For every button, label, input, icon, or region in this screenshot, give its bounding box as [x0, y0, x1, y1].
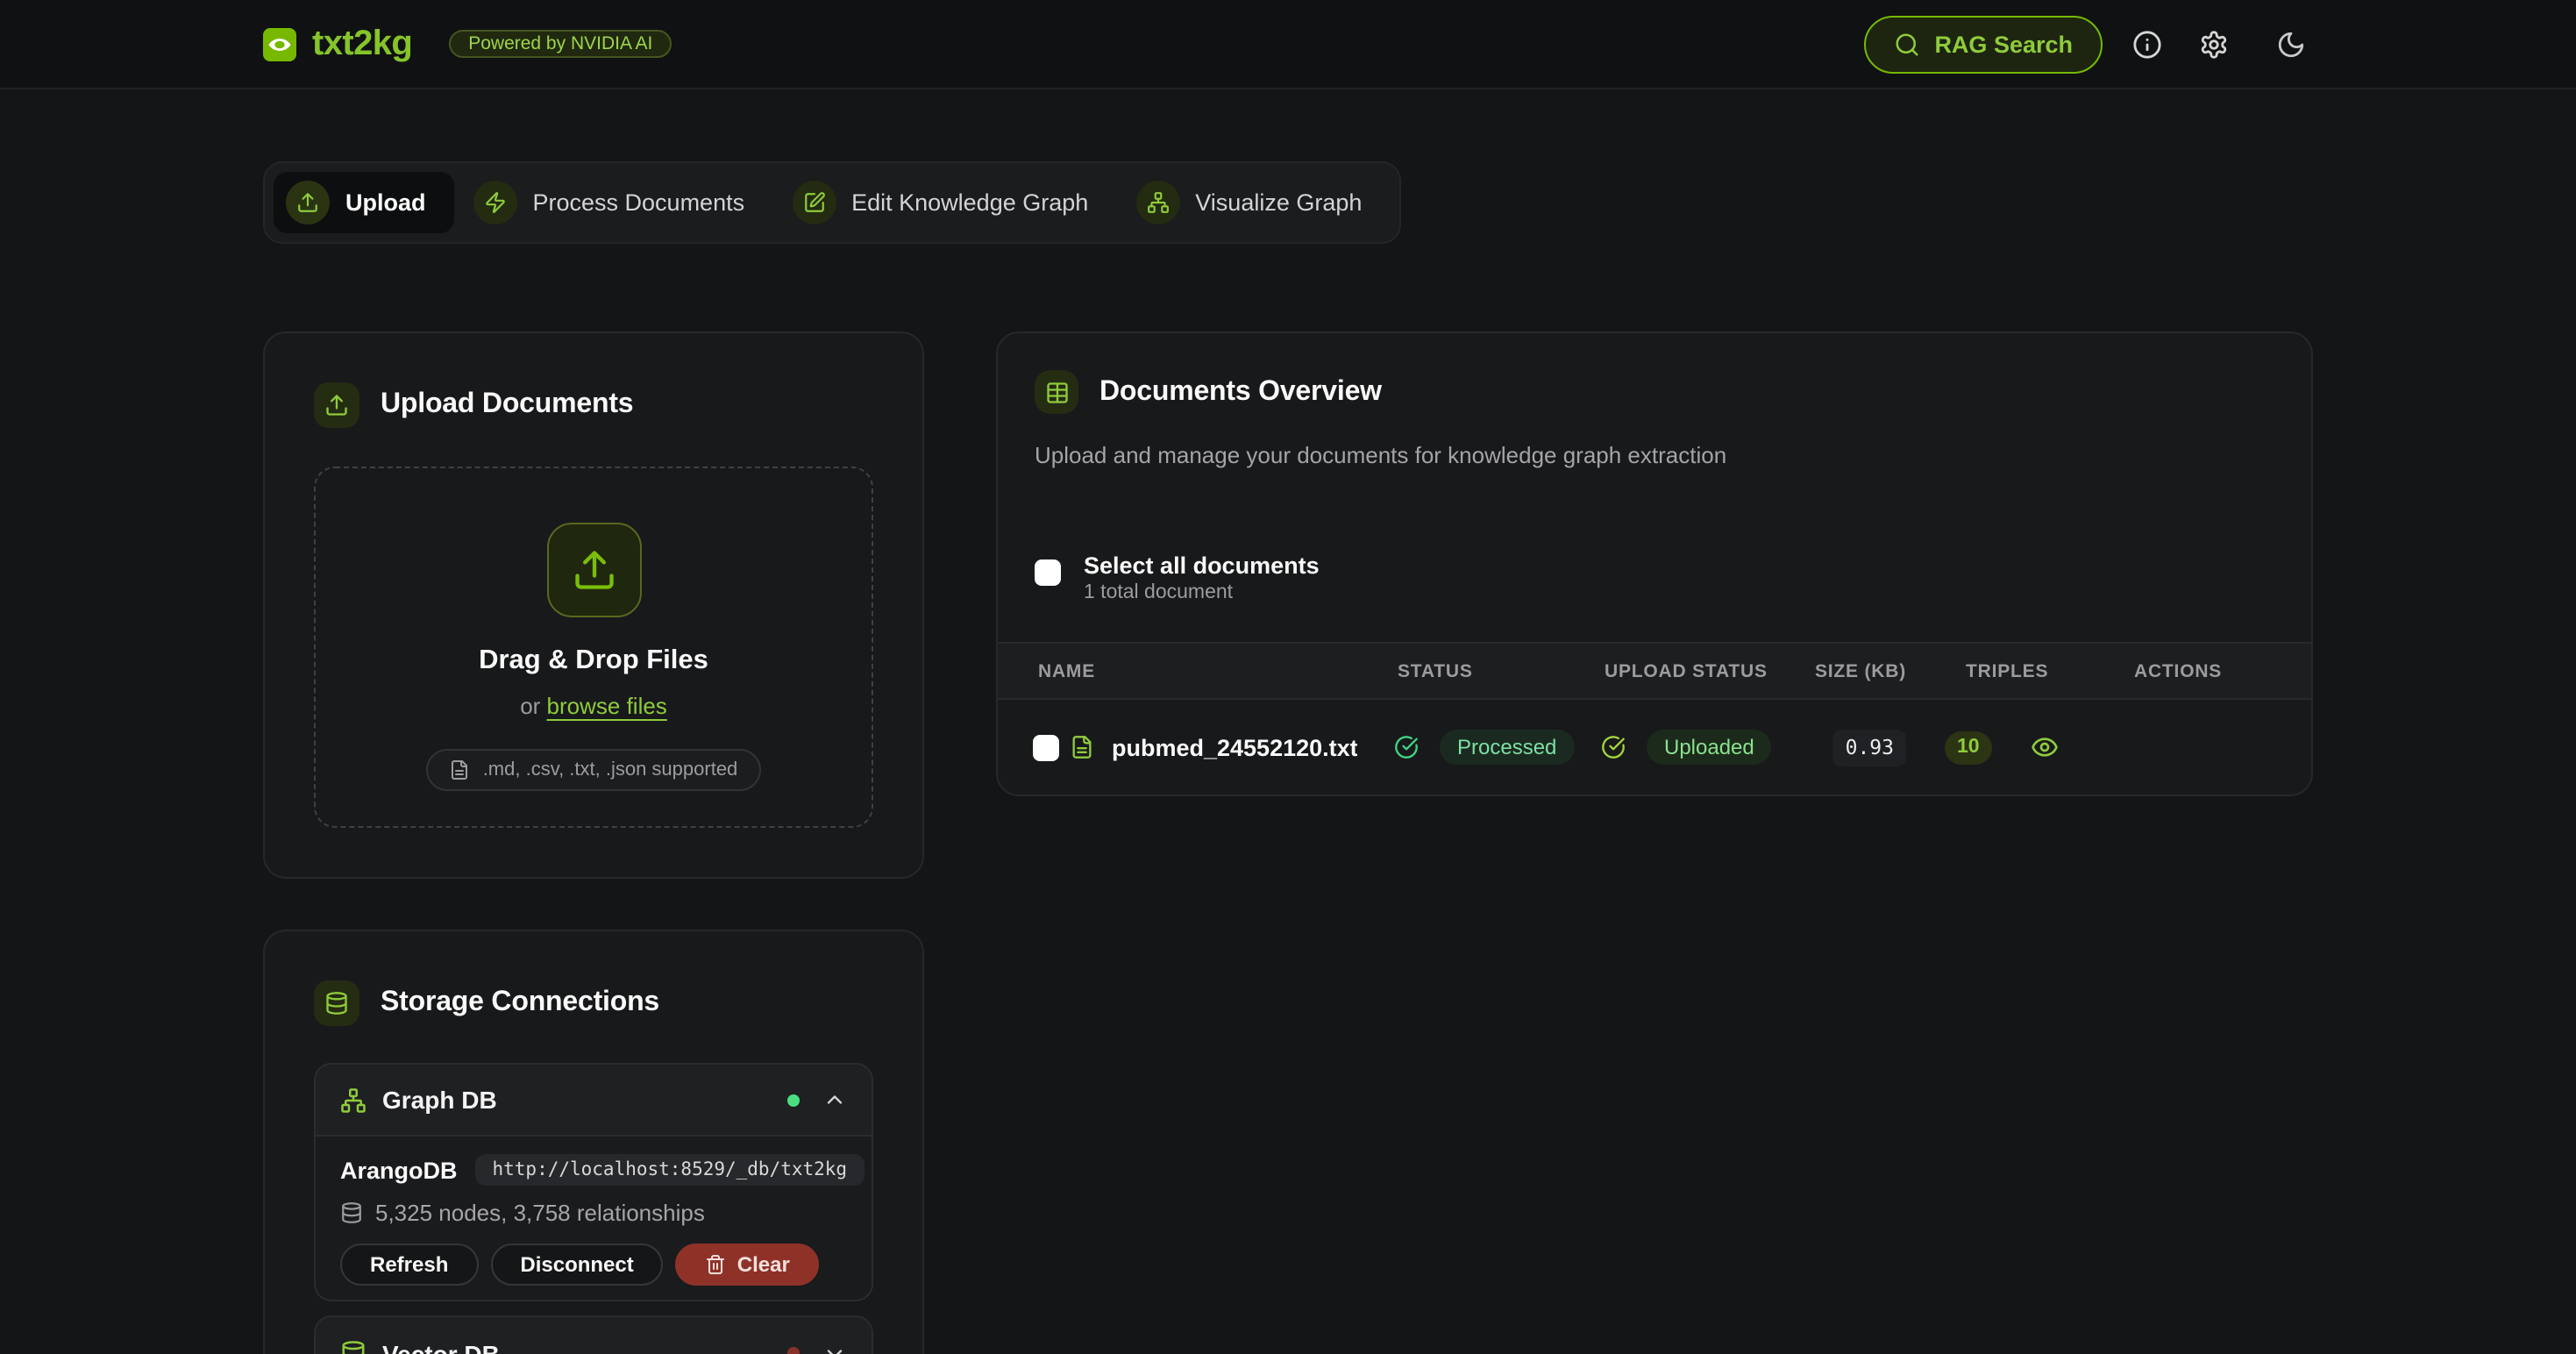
table-row: pubmed_24552120.txt Processed [998, 700, 2311, 795]
documents-table: NAME STATUS UPLOAD STATUS SIZE (KB) TRIP… [998, 642, 2311, 795]
edit-icon [792, 181, 836, 224]
db-stats-text: 5,325 nodes, 3,758 relationships [375, 1200, 705, 1226]
tab-process-documents[interactable]: Process Documents [461, 172, 773, 233]
connected-status-dot [787, 1094, 800, 1106]
upload-icon [314, 382, 359, 428]
column-header-size: SIZE (KB) [1815, 660, 1906, 681]
graph-icon [340, 1087, 366, 1113]
select-all-label: Select all documents [1084, 552, 1320, 579]
status-badge: Processed [1440, 730, 1574, 765]
vector-db-card: Vector DB [314, 1315, 873, 1354]
database-icon [340, 1201, 363, 1224]
graph-db-card: Graph DB ArangoDB http://localhost:8529/… [314, 1063, 873, 1301]
nvidia-logo-icon [263, 27, 296, 61]
document-name: pubmed_24552120.txt [1112, 734, 1358, 760]
file-text-icon [1070, 735, 1094, 759]
tab-visualize-graph[interactable]: Visualize Graph [1123, 172, 1390, 233]
tab-label: Process Documents [533, 189, 745, 216]
search-icon [1894, 31, 1920, 57]
powered-by-badge: Powered by NVIDIA AI [449, 30, 672, 58]
check-circle-icon [1394, 735, 1419, 759]
trash-icon [706, 1254, 727, 1275]
column-header-name: NAME [998, 660, 1394, 681]
vector-db-header[interactable]: Vector DB [316, 1317, 872, 1354]
database-icon [314, 980, 359, 1026]
select-all-row: Select all documents 1 total document [1035, 552, 2274, 603]
disconnect-label: Disconnect [520, 1252, 633, 1277]
column-header-upload-status: UPLOAD STATUS [1601, 660, 1815, 681]
dropzone-title: Drag & Drop Files [479, 645, 708, 677]
chevron-down-icon[interactable] [822, 1341, 847, 1354]
rag-search-button[interactable]: RAG Search [1864, 15, 2103, 73]
documents-overview-panel: Documents Overview Upload and manage you… [996, 331, 2313, 796]
app-root: txt2kg Powered by NVIDIA AI RAG Search [0, 0, 2576, 1354]
info-icon [2131, 29, 2161, 59]
upload-documents-panel: Upload Documents Drag & Drop Files or br… [263, 331, 924, 879]
upload-icon [546, 523, 641, 617]
settings-button[interactable] [2190, 21, 2236, 67]
tab-label: Visualize Graph [1195, 189, 1362, 216]
file-dropzone[interactable]: Drag & Drop Files or browse files .md, .… [314, 467, 873, 828]
database-icon [340, 1340, 366, 1354]
select-all-checkbox[interactable] [1035, 559, 1061, 586]
rag-search-label: RAG Search [1934, 31, 2073, 57]
file-icon [450, 759, 471, 780]
graph-icon [1135, 181, 1179, 224]
panel-title: Upload Documents [381, 389, 633, 421]
tab-upload[interactable]: Upload [274, 172, 454, 233]
supported-formats-text: .md, .csv, .txt, .json supported [483, 759, 738, 780]
eye-icon [2031, 733, 2059, 761]
panel-title: Storage Connections [381, 987, 659, 1019]
table-header: NAME STATUS UPLOAD STATUS SIZE (KB) TRIP… [998, 642, 2311, 700]
header-actions: RAG Search [1864, 15, 2313, 73]
panel-title: Documents Overview [1099, 376, 1382, 408]
chevron-up-icon[interactable] [822, 1087, 847, 1112]
refresh-label: Refresh [370, 1252, 448, 1277]
column-header-actions: ACTIONS [2011, 660, 2311, 681]
panel-subtitle: Upload and manage your documents for kno… [1035, 442, 2274, 468]
column-header-triples: TRIPLES [1906, 660, 2011, 681]
disconnected-status-dot [787, 1347, 800, 1354]
gear-icon [2198, 29, 2228, 59]
document-count: 1 total document [1084, 582, 1320, 603]
or-text: or [520, 693, 546, 719]
storage-connections-panel: Storage Connections Graph DB [263, 930, 924, 1354]
db-provider-name: ArangoDB [340, 1157, 458, 1183]
check-circle-icon [1601, 735, 1626, 759]
column-header-status: STATUS [1394, 660, 1601, 681]
info-button[interactable] [2124, 21, 2169, 67]
tab-bar: Upload Process Documents Edit Knowledge … [263, 161, 1400, 244]
triples-count-badge: 10 [1945, 730, 1992, 764]
clear-button[interactable]: Clear [676, 1244, 820, 1286]
graph-db-label: Graph DB [382, 1086, 497, 1114]
db-connection-url: http://localhost:8529/_db/txt2kg [475, 1154, 865, 1186]
browse-files-link[interactable]: browse files [547, 693, 667, 719]
tab-label: Edit Knowledge Graph [851, 189, 1088, 216]
main-content: Upload Process Documents Edit Knowledge … [263, 89, 2313, 1354]
tab-edit-knowledge-graph[interactable]: Edit Knowledge Graph [779, 172, 1116, 233]
tab-label: Upload [345, 189, 426, 216]
upload-status-badge: Uploaded [1647, 730, 1772, 765]
upload-icon [286, 181, 330, 224]
theme-toggle-button[interactable] [2267, 21, 2313, 67]
graph-db-header[interactable]: Graph DB [316, 1065, 872, 1137]
clear-label: Clear [737, 1252, 790, 1277]
file-size-value: 0.93 [1833, 729, 1906, 766]
refresh-button[interactable]: Refresh [340, 1244, 478, 1286]
disconnect-button[interactable]: Disconnect [490, 1244, 663, 1286]
app-header: txt2kg Powered by NVIDIA AI RAG Search [0, 0, 2576, 89]
brand: txt2kg Powered by NVIDIA AI [263, 24, 672, 64]
db-stats: 5,325 nodes, 3,758 relationships [340, 1200, 847, 1226]
supported-formats-pill: .md, .csv, .txt, .json supported [427, 749, 761, 791]
dropzone-subtitle: or browse files [520, 693, 667, 719]
view-document-button[interactable] [2024, 726, 2066, 768]
app-title: txt2kg [312, 24, 412, 64]
zap-icon [473, 181, 517, 224]
table-icon [1035, 370, 1078, 414]
row-checkbox[interactable] [1033, 734, 1059, 760]
vector-db-label: Vector DB [382, 1339, 500, 1354]
graph-db-details: ArangoDB http://localhost:8529/_db/txt2k… [316, 1137, 872, 1300]
moon-icon [2275, 29, 2305, 59]
